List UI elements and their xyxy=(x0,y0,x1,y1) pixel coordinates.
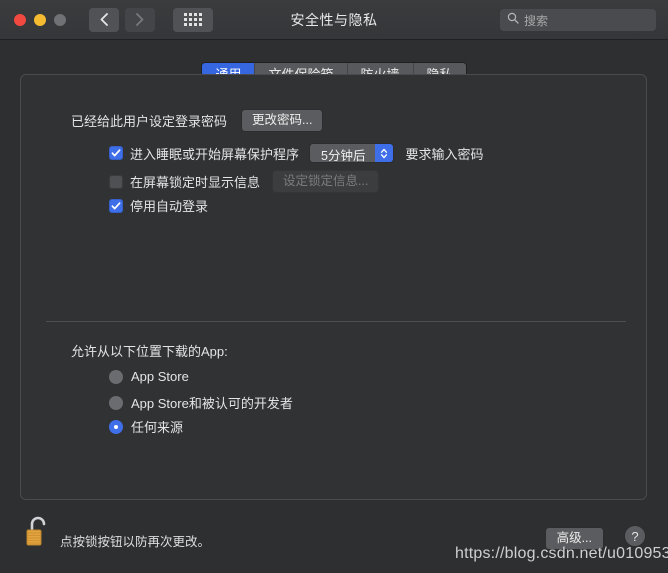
search-field[interactable]: 搜索 xyxy=(500,9,656,31)
chevron-left-icon xyxy=(100,13,108,26)
require-password-trailing-label: 要求输入密码 xyxy=(405,146,484,162)
download-source-option-anywhere[interactable]: 任何来源 xyxy=(109,417,183,436)
download-sources-heading: 允许从以下位置下载的App: xyxy=(71,344,228,359)
radio-appstore[interactable] xyxy=(109,369,123,384)
lock-button[interactable] xyxy=(24,514,52,553)
disable-auto-login-checkbox[interactable] xyxy=(109,198,123,213)
chevron-right-icon xyxy=(136,13,144,26)
window-titlebar: 安全性与隐私 搜索 xyxy=(0,0,668,40)
chevron-updown-icon xyxy=(375,144,394,162)
search-icon xyxy=(507,11,519,29)
back-button[interactable] xyxy=(89,7,119,32)
show-all-button[interactable] xyxy=(173,7,213,32)
close-button[interactable] xyxy=(14,13,26,26)
radio-anywhere-label: 任何来源 xyxy=(131,420,184,435)
help-button[interactable]: ? xyxy=(624,525,646,547)
radio-anywhere[interactable] xyxy=(109,419,123,434)
disable-auto-login-label: 停用自动登录 xyxy=(130,199,209,214)
navigation-buttons xyxy=(89,7,213,32)
require-password-row: 进入睡眠或开始屏幕保护程序 5分钟后 要求输入密码 xyxy=(109,143,483,163)
lock-message-row: 在屏幕锁定时显示信息 设定锁定信息... xyxy=(109,170,380,193)
radio-appstore-label: App Store xyxy=(131,369,189,384)
download-source-option-appstore-identified[interactable]: App Store和被认可的开发者 xyxy=(109,393,293,412)
show-all-grid-icon xyxy=(184,13,202,26)
require-password-label: 进入睡眠或开始屏幕保护程序 xyxy=(130,146,300,162)
set-lock-message-button[interactable]: 设定锁定信息... xyxy=(272,170,380,193)
watermark-text: https://blog.csdn.net/u010953692 xyxy=(455,545,668,562)
unlocked-padlock-icon xyxy=(24,516,52,552)
zoom-button[interactable] xyxy=(54,13,66,26)
general-settings-panel: 已经给此用户设定登录密码 更改密码... 进入睡眠或开始屏幕保护程序 5分钟后 … xyxy=(20,74,647,500)
radio-appstore-identified-label: App Store和被认可的开发者 xyxy=(131,396,293,411)
search-placeholder: 搜索 xyxy=(524,13,549,28)
traffic-lights xyxy=(14,13,66,26)
forward-button[interactable] xyxy=(125,7,155,32)
minimize-button[interactable] xyxy=(34,13,46,26)
radio-appstore-identified[interactable] xyxy=(109,395,123,410)
lock-hint-text: 点按锁按钮以防再次更改。 xyxy=(60,535,211,549)
show-lock-message-checkbox[interactable] xyxy=(109,174,123,189)
download-sources-heading-row: 允许从以下位置下载的App: xyxy=(71,341,228,360)
disable-auto-login-row: 停用自动登录 xyxy=(109,196,208,215)
change-password-button[interactable]: 更改密码... xyxy=(241,109,324,132)
password-delay-popup[interactable]: 5分钟后 xyxy=(309,143,395,163)
section-divider xyxy=(46,321,626,322)
system-preferences-window: 安全性与隐私 搜索 通用 文件保险箱 防火墙 隐私 已经给此用户设定登录密码 更… xyxy=(0,0,668,573)
password-delay-value: 5分钟后 xyxy=(310,144,376,162)
download-source-option-appstore[interactable]: App Store xyxy=(109,369,189,384)
password-status-row: 已经给此用户设定登录密码 更改密码... xyxy=(71,109,324,132)
password-status-label: 已经给此用户设定登录密码 xyxy=(71,114,228,129)
require-password-checkbox[interactable] xyxy=(109,146,123,160)
show-lock-message-label: 在屏幕锁定时显示信息 xyxy=(130,175,261,190)
